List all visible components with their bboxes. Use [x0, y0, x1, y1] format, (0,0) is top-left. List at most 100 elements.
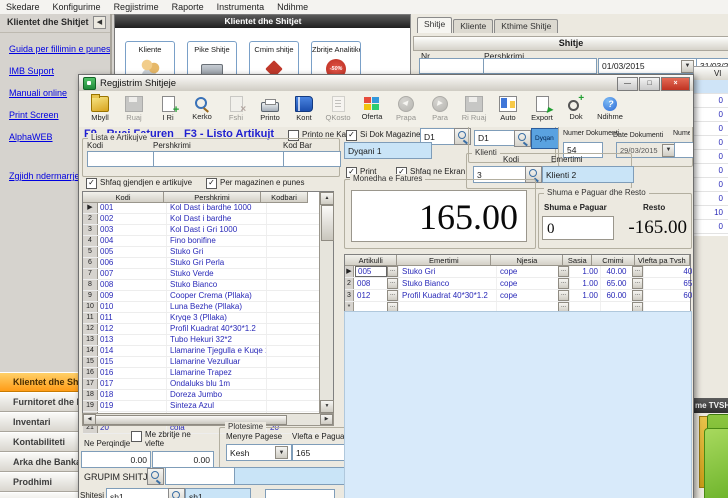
ellipsis-button[interactable]: ... — [558, 266, 569, 277]
grid-row[interactable]: 0 — [694, 178, 728, 192]
si-dok-magazine-checkbox[interactable]: Si Dok Magazine — [346, 130, 420, 141]
artikuj-horizontal-scrollbar[interactable]: ◀ ▶ — [82, 413, 334, 426]
artikuj-row[interactable]: ▶001Kol Dast i bardhe 1000 — [83, 203, 333, 214]
grid-row[interactable]: 0 — [694, 220, 728, 234]
grid-row[interactable]: 0 — [694, 192, 728, 206]
dialog-titlebar[interactable]: Regjistrim Shitjeje — [79, 75, 693, 92]
items-row[interactable]: 3012...Profil Kuadrat 40*30*1.2cope...1.… — [345, 290, 690, 302]
artikuj-row[interactable]: 11011Kryqe 3 (Pllaka) — [83, 313, 333, 324]
menu-item-instrumenta[interactable]: Instrumenta — [217, 2, 265, 12]
date-from-picker[interactable]: 01/03/2015 — [598, 58, 698, 74]
sidebar-link-guida-per-fillimin-e-punes[interactable]: Guida per fillimin e punes — [9, 44, 111, 54]
ellipsis-button[interactable]: ... — [632, 266, 643, 277]
toolbar-mbyll-button[interactable]: Mbyll — [84, 95, 116, 123]
menu-item-ndihme[interactable]: Ndihme — [277, 2, 308, 12]
artikuj-row[interactable]: 7007Stuko Verde — [83, 269, 333, 280]
grupim-input[interactable] — [165, 467, 235, 485]
grid-row[interactable]: 0 — [694, 122, 728, 136]
background-grid[interactable]: 00000000100 — [693, 80, 728, 236]
grid-row[interactable]: 0 — [694, 164, 728, 178]
scroll-down-icon[interactable]: ▼ — [320, 400, 334, 413]
menu-item-konfigurime[interactable]: Konfigurime — [53, 2, 101, 12]
grid-row[interactable]: 10 — [694, 206, 728, 220]
row-number: ▶ — [83, 203, 98, 213]
toolbar-oferta-button[interactable]: Oferta — [356, 96, 388, 122]
ellipsis-button[interactable]: ... — [632, 278, 643, 289]
artikuj-row[interactable]: 10010Luna Bezhe (Pllaka) — [83, 302, 333, 313]
toolbar-auto-button[interactable]: Auto — [492, 95, 524, 123]
ellipsis-button[interactable]: ... — [558, 278, 569, 289]
grid-row[interactable]: 0 — [694, 136, 728, 150]
toolbar-kerko-button[interactable]: Kerko — [186, 96, 218, 122]
artikuj-row[interactable]: 15015Llamarine Vezulluar — [83, 357, 333, 368]
zbritje-vlefte-input[interactable]: 0.00 — [152, 451, 214, 468]
artikuj-row[interactable]: 12012Profil Kuadrat 40*30*1.2 — [83, 324, 333, 335]
items-row[interactable]: ▶005...Stuko Gricope...1.0040.00...40.0 — [345, 266, 690, 278]
toolbar-iri-button[interactable]: I Ri — [152, 95, 184, 123]
artikuj-row[interactable]: 8008Stuko Bianco — [83, 280, 333, 291]
scrollbar-thumb[interactable] — [321, 205, 334, 241]
menu-item-skedare[interactable]: Skedare — [6, 2, 40, 12]
grid-row[interactable]: 0 — [694, 150, 728, 164]
me-zbritje-checkbox[interactable]: Me zbritje ne vlefte — [131, 431, 193, 449]
artikuj-row[interactable]: 13013Tubo Hekuri 32*2 — [83, 335, 333, 346]
scroll-up-icon[interactable]: ▲ — [320, 192, 334, 205]
shitesi-input[interactable]: sh1 — [106, 488, 170, 498]
artikuj-row[interactable]: 5005Stuko Gri — [83, 247, 333, 258]
grid-row[interactable]: 0 — [694, 94, 728, 108]
nr-input[interactable] — [419, 58, 487, 74]
perqindje-input[interactable]: 0.00 — [81, 451, 151, 468]
ellipsis-button[interactable]: ... — [558, 290, 569, 301]
resto-display: -165.00 — [619, 216, 687, 240]
ellipsis-button[interactable]: ... — [387, 266, 398, 277]
kodi-search-input[interactable] — [87, 151, 155, 167]
toolbar-dok-button[interactable]: Dok — [560, 96, 592, 122]
items-row[interactable]: 2008...Stuko Biancocope...1.0065.00...65… — [345, 278, 690, 290]
numer-2-input[interactable] — [674, 142, 693, 158]
close-button[interactable]: × — [661, 77, 690, 91]
tab-kthime-shitje[interactable]: Kthime Shitje — [494, 19, 558, 33]
shfaq-gjendjen-checkbox[interactable]: Shfaq gjendjen e artikujve — [86, 178, 192, 189]
ellipsis-button[interactable]: ... — [387, 278, 398, 289]
maximize-button[interactable]: □ — [639, 77, 660, 91]
menu-item-regjistrime[interactable]: Regjistrime — [114, 2, 159, 12]
tab-shitje[interactable]: Shitje — [417, 17, 452, 33]
minimize-button[interactable]: — — [617, 77, 638, 91]
artikuj-row[interactable]: 3003Kol Dast i Gri 1000 — [83, 225, 333, 236]
dyqan-button[interactable]: Dyqan — [531, 128, 559, 149]
ellipsis-button[interactable]: ... — [387, 290, 398, 301]
kod-bar-input[interactable] — [283, 151, 341, 167]
artikuj-row[interactable]: 14014Llamarine Tjegulla e Kuqe 1.33 — [83, 346, 333, 357]
artikuj-row[interactable]: 9009Cooper Crema (Pllaka) — [83, 291, 333, 302]
sidebar-collapse-button[interactable]: ◀ — [93, 16, 106, 29]
artikuj-row[interactable]: 18018Doreza Jumbo — [83, 390, 333, 401]
artikuj-row[interactable]: 19019Sinteza Azul — [83, 401, 333, 412]
cell-kodi: 014 — [98, 346, 167, 356]
artikuj-row[interactable]: 6006Stuko Gri Perla — [83, 258, 333, 269]
pershkrimi-search-input[interactable] — [153, 151, 285, 167]
artikuj-vertical-scrollbar[interactable]: ▲ ▼ — [319, 192, 333, 413]
grupim-search-icon[interactable] — [147, 468, 164, 485]
scroll-right-icon[interactable]: ▶ — [320, 414, 333, 425]
shitesi-extra-field[interactable] — [265, 489, 335, 498]
pershkrimi-input[interactable] — [483, 58, 597, 74]
artikuj-row[interactable]: 16016Llamarine Trapez — [83, 368, 333, 379]
toolbar-export-button[interactable]: Export — [526, 95, 558, 123]
tab-kliente[interactable]: Kliente — [453, 19, 493, 33]
toolbar-printo-button[interactable]: Printo — [254, 96, 286, 123]
menu-item-raporte[interactable]: Raporte — [172, 2, 204, 12]
artikuj-row[interactable]: 4004Fino bonifine — [83, 236, 333, 247]
artikuj-row[interactable]: 17017Ondaluks blu 1m — [83, 379, 333, 390]
grid-row[interactable]: 0 — [694, 108, 728, 122]
grid-row[interactable] — [694, 80, 728, 94]
sidebar-link-zgjidh-ndermarrje[interactable]: Zgjidh ndermarrje — [9, 171, 80, 181]
artikuj-row[interactable]: 2002Kol Dast i bardhe — [83, 214, 333, 225]
menyre-pagese-select[interactable]: Kesh — [226, 444, 292, 461]
vlefta-paguar-input[interactable]: 165 — [292, 444, 352, 461]
per-magazinen-checkbox[interactable]: Per magazinen e punes — [206, 178, 305, 189]
toolbar-kont-button[interactable]: Kont — [288, 95, 320, 123]
ellipsis-button[interactable]: ... — [632, 290, 643, 301]
pike-shitje-search-icon[interactable] — [514, 130, 531, 147]
toolbar-ndihme-button[interactable]: Ndihme — [594, 96, 626, 122]
shitesi-search-icon[interactable] — [168, 488, 185, 498]
